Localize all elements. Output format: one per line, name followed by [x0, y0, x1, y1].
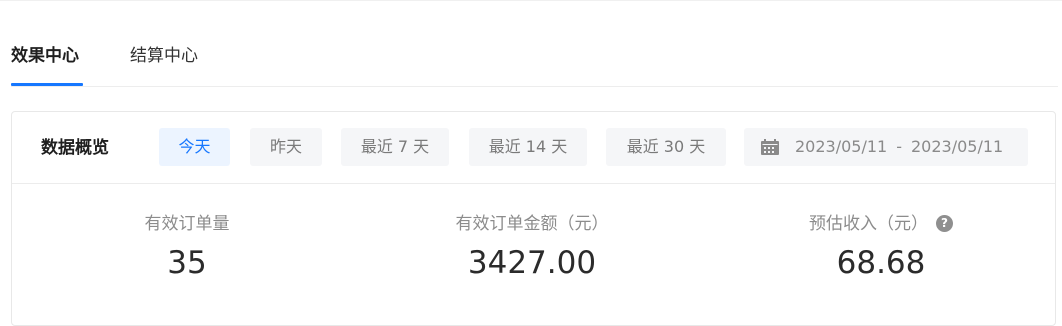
date-separator: - [896, 137, 902, 156]
date-start: 2023/05/11 [795, 137, 888, 156]
range-14-days-button[interactable]: 最近 14 天 [469, 128, 587, 166]
date-range-picker[interactable]: 2023/05/11-2023/05/11 [744, 128, 1028, 166]
question-circle-icon[interactable]: ? [936, 215, 953, 232]
date-end: 2023/05/11 [911, 137, 1004, 156]
tab-bar-divider [11, 86, 1058, 87]
date-range-text: 2023/05/11-2023/05/11 [795, 128, 1003, 166]
metric-label: 有效订单金额（元） [455, 214, 609, 234]
range-today-button[interactable]: 今天 [159, 128, 230, 166]
tab-effect-center[interactable]: 效果中心 [11, 44, 79, 68]
range-7-days-button[interactable]: 最近 7 天 [341, 128, 449, 166]
range-yesterday-button[interactable]: 昨天 [250, 128, 322, 166]
overview-title: 数据概览 [41, 138, 109, 158]
metric-label-row: 预估收入（元）? [711, 212, 1051, 236]
calendar-icon [761, 139, 779, 155]
metric-value: 68.68 [836, 245, 926, 281]
tab-settlement-center[interactable]: 结算中心 [130, 44, 198, 68]
range-30-days-button[interactable]: 最近 30 天 [606, 128, 726, 166]
metric-value: 3427.00 [467, 245, 597, 281]
metric-value: 35 [167, 245, 207, 281]
metric-valid-orders: 有效订单量 35 [17, 183, 357, 323]
metric-estimated-income: 预估收入（元）? 68.68 [711, 183, 1051, 323]
metric-label: 预估收入（元） [809, 214, 928, 234]
metric-valid-order-amount: 有效订单金额（元） 3427.00 [362, 183, 702, 323]
metric-label: 有效订单量 [144, 214, 230, 234]
tab-bar: 效果中心 结算中心 [0, 0, 1058, 87]
data-overview-card: 数据概览 今天 昨天 最近 7 天 最近 14 天 最近 30 天 2023/0… [11, 111, 1056, 326]
